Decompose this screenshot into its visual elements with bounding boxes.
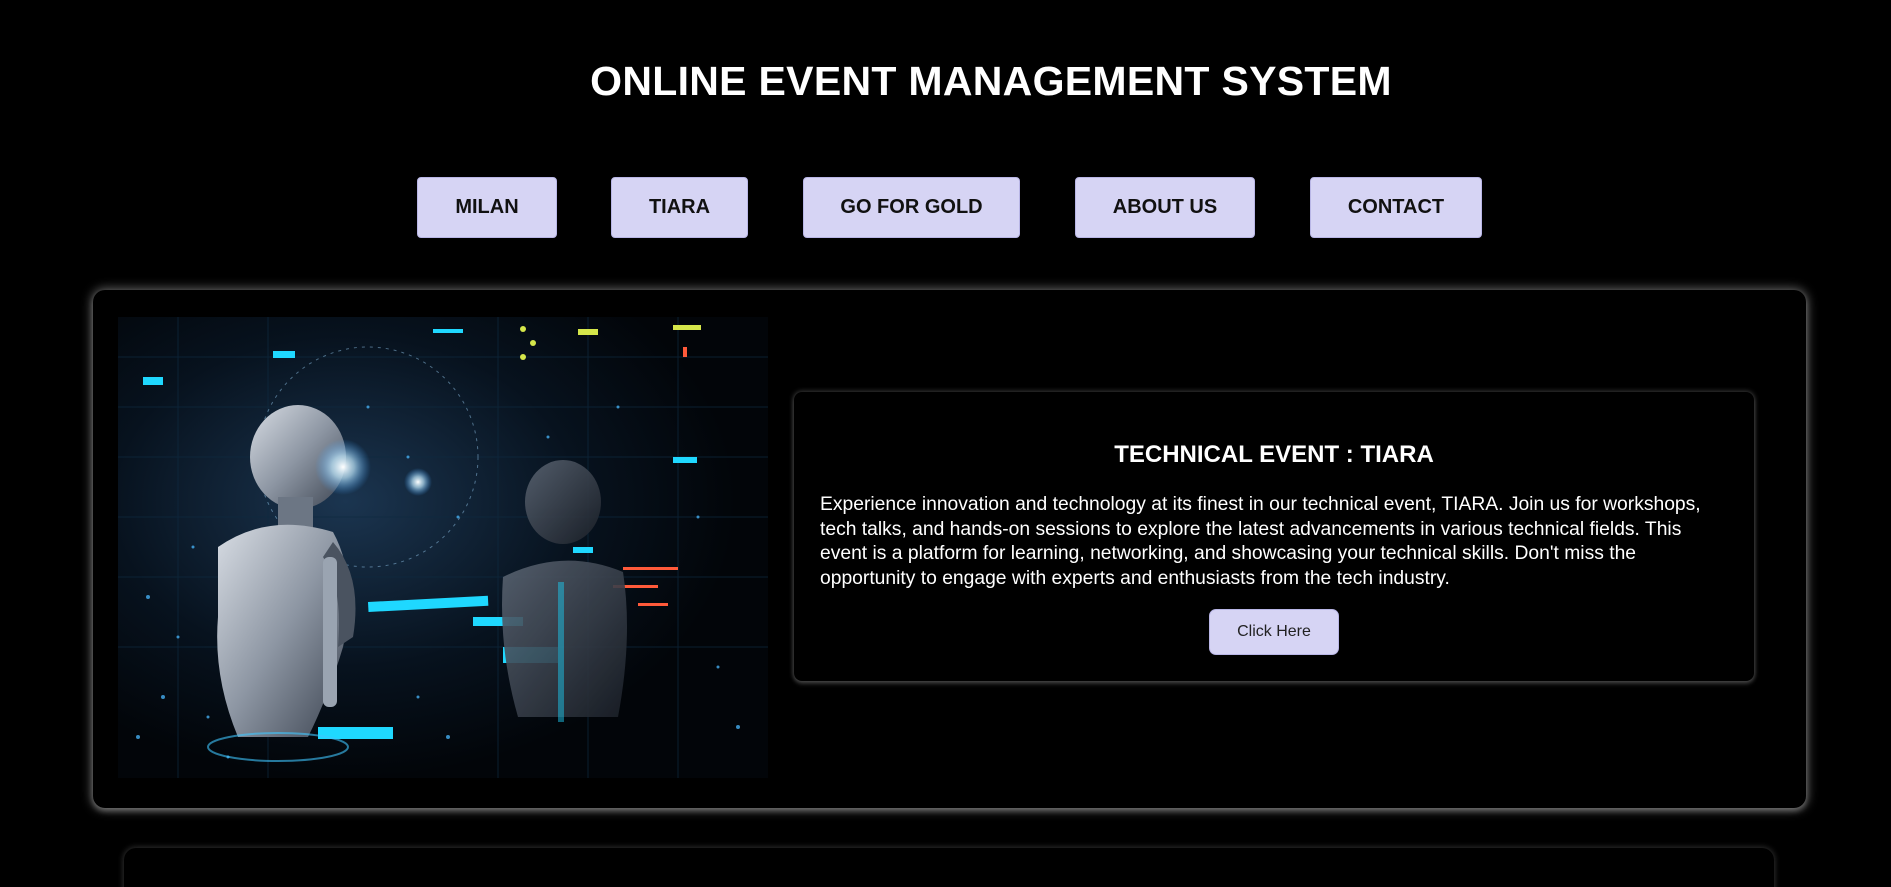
event-description: Experience innovation and technology at … <box>820 494 1701 589</box>
next-event-card <box>124 848 1774 887</box>
main-nav: MILAN TIARA GO FOR GOLD ABOUT US CONTACT <box>0 177 1891 238</box>
nav-button-go-for-gold[interactable]: GO FOR GOLD <box>803 177 1020 238</box>
event-image <box>118 317 768 778</box>
nav-button-about-us[interactable]: ABOUT US <box>1075 177 1255 238</box>
nav-button-milan[interactable]: MILAN <box>417 177 557 238</box>
event-heading: TECHNICAL EVENT : TIARA <box>1114 441 1434 468</box>
nav-button-tiara[interactable]: TIARA <box>611 177 748 238</box>
click-here-button[interactable]: Click Here <box>1209 609 1339 655</box>
nav-button-contact[interactable]: CONTACT <box>1310 177 1482 238</box>
site-title: ONLINE EVENT MANAGEMENT SYSTEM <box>590 58 1392 104</box>
page: ONLINE EVENT MANAGEMENT SYSTEM MILAN TIA… <box>0 0 1891 887</box>
